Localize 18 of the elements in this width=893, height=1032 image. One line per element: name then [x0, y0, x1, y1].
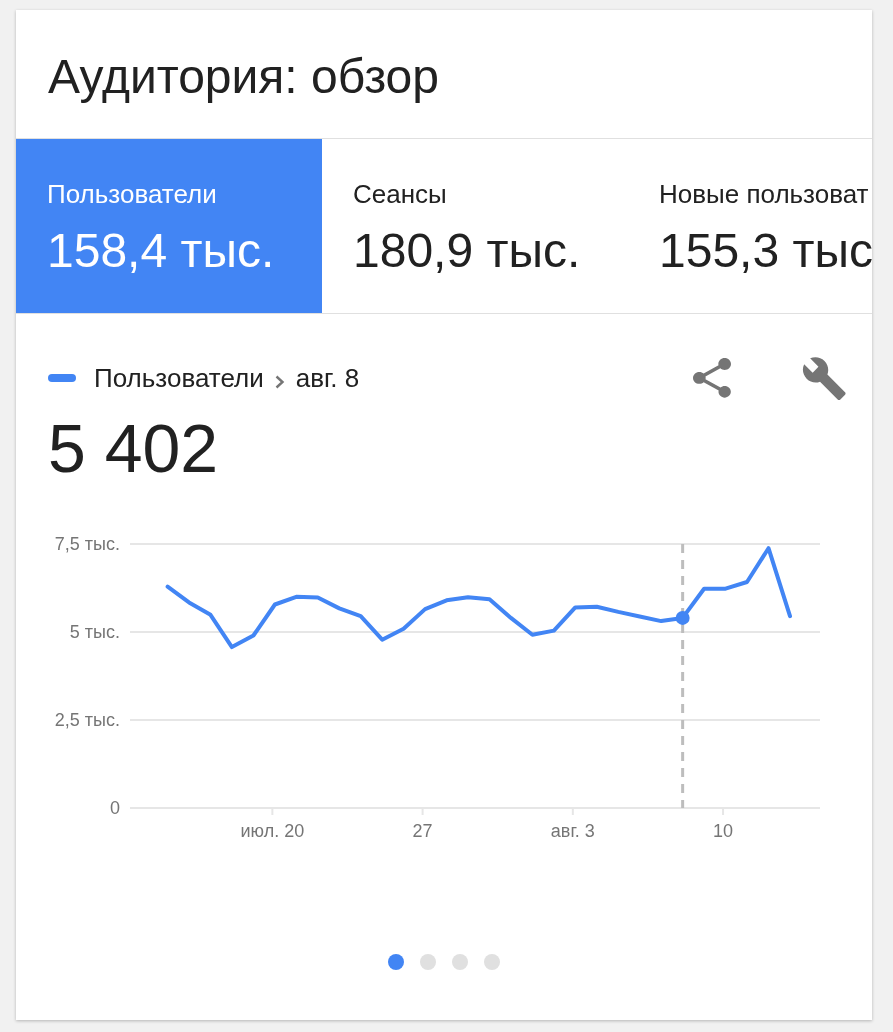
- y-axis-label: 5 тыс.: [69, 622, 120, 642]
- selected-value: 5 402: [48, 414, 219, 482]
- y-axis-label: 7,5 тыс.: [54, 534, 120, 554]
- settings-button[interactable]: [802, 356, 846, 400]
- share-icon: [693, 358, 731, 398]
- x-axis-label: авг. 3: [550, 821, 595, 841]
- wrench-icon: [802, 356, 846, 400]
- x-axis-label: июл. 20: [240, 821, 305, 841]
- y-axis-label: 2,5 тыс.: [54, 710, 120, 730]
- metric-tab[interactable]: Пользователи 158,4 тыс.: [16, 139, 322, 313]
- chevron-right-icon: [274, 375, 285, 389]
- card-title: Аудитория: обзор: [48, 49, 439, 105]
- selected-date: авг. 8: [295, 363, 360, 393]
- x-axis-label: 10: [713, 821, 734, 841]
- y-axis-label: 0: [110, 798, 120, 818]
- x-axis-label: 27: [412, 821, 433, 841]
- legend-label: Пользователи: [94, 363, 264, 393]
- share-button[interactable]: [693, 358, 731, 398]
